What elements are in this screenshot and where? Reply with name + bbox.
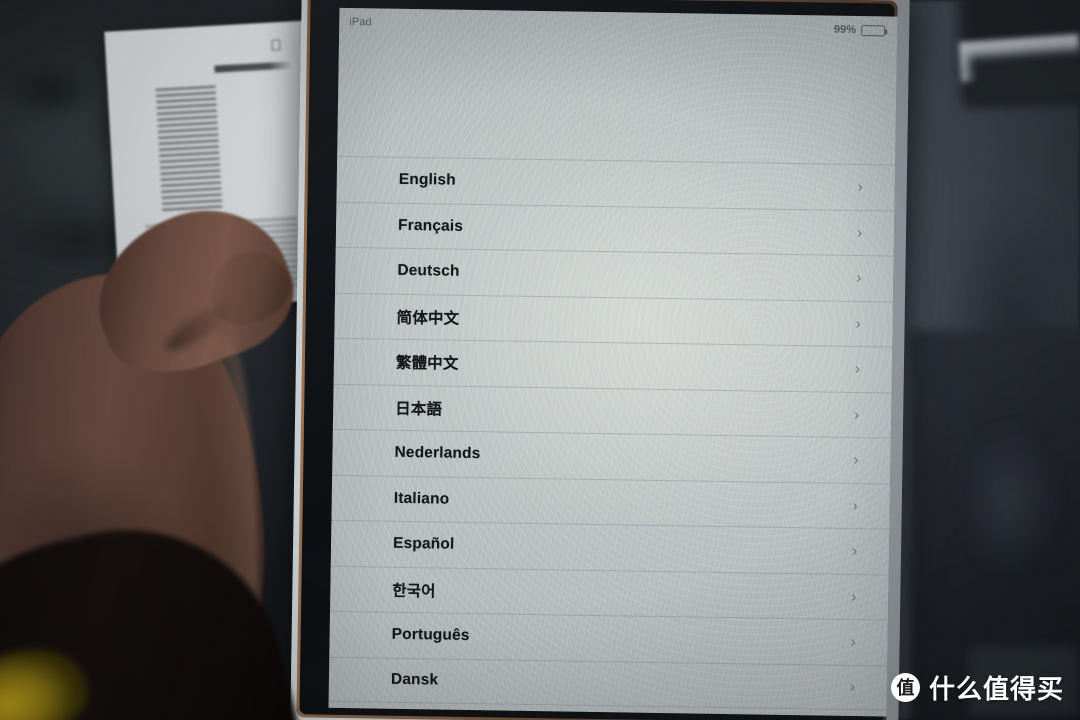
language-label: Français (397, 216, 464, 235)
watermark-badge-icon: 值 (890, 673, 920, 702)
language-label: Deutsch (397, 262, 460, 281)
watermark-text: 什么值得买 (928, 674, 1064, 704)
chevron-right-icon: › (857, 178, 863, 196)
ipad-screen: iPad 99% English › Français › Deutsch › … (328, 7, 898, 717)
chevron-right-icon: › (851, 588, 857, 606)
language-label: 日本語 (395, 400, 443, 419)
leaflet-text-column (155, 85, 223, 214)
smzdm-watermark: 值 什么值得买 (890, 669, 1064, 706)
ipad-device: iPad 99% English › Français › Deutsch › … (290, 0, 910, 720)
chevron-right-icon: › (853, 451, 859, 469)
language-label: 한국어 (392, 582, 436, 601)
language-label: Nederlands (394, 444, 481, 463)
chevron-right-icon: › (850, 633, 856, 651)
battery-percent-label: 99% (833, 23, 857, 36)
language-label: 繁體中文 (395, 355, 459, 374)
leaflet-heading-blur (214, 61, 293, 73)
chevron-right-icon: › (852, 497, 858, 515)
language-label: Español (392, 535, 455, 553)
status-bar-device-label: iPad (349, 16, 372, 29)
chevron-right-icon: › (854, 406, 860, 424)
chevron-right-icon: › (856, 224, 863, 242)
background-dark-object-mid (968, 47, 1080, 105)
language-label: English (398, 171, 456, 189)
apple-logo-icon:  (270, 37, 284, 55)
battery-icon (861, 24, 888, 36)
chevron-right-icon: › (851, 542, 858, 560)
chevron-right-icon: › (856, 269, 862, 287)
chevron-right-icon: › (854, 360, 861, 378)
language-label: Português (391, 626, 470, 645)
background-bag-highlight (950, 400, 1070, 600)
battery-cap (885, 28, 888, 34)
language-label: Dansk (390, 671, 439, 689)
language-selection-list[interactable]: English › Français › Deutsch › 简体中文 › 繁體… (328, 155, 896, 711)
chevron-right-icon: › (849, 678, 856, 696)
photograph-of-ipad-setup:  iPad 99% (0, 0, 1080, 720)
status-bar-right-group: 99% (833, 23, 888, 37)
language-row-dansk[interactable]: Dansk › (328, 656, 888, 711)
chevron-right-icon: › (855, 315, 861, 333)
language-label: 简体中文 (396, 309, 460, 328)
language-label: Italiano (393, 489, 450, 508)
